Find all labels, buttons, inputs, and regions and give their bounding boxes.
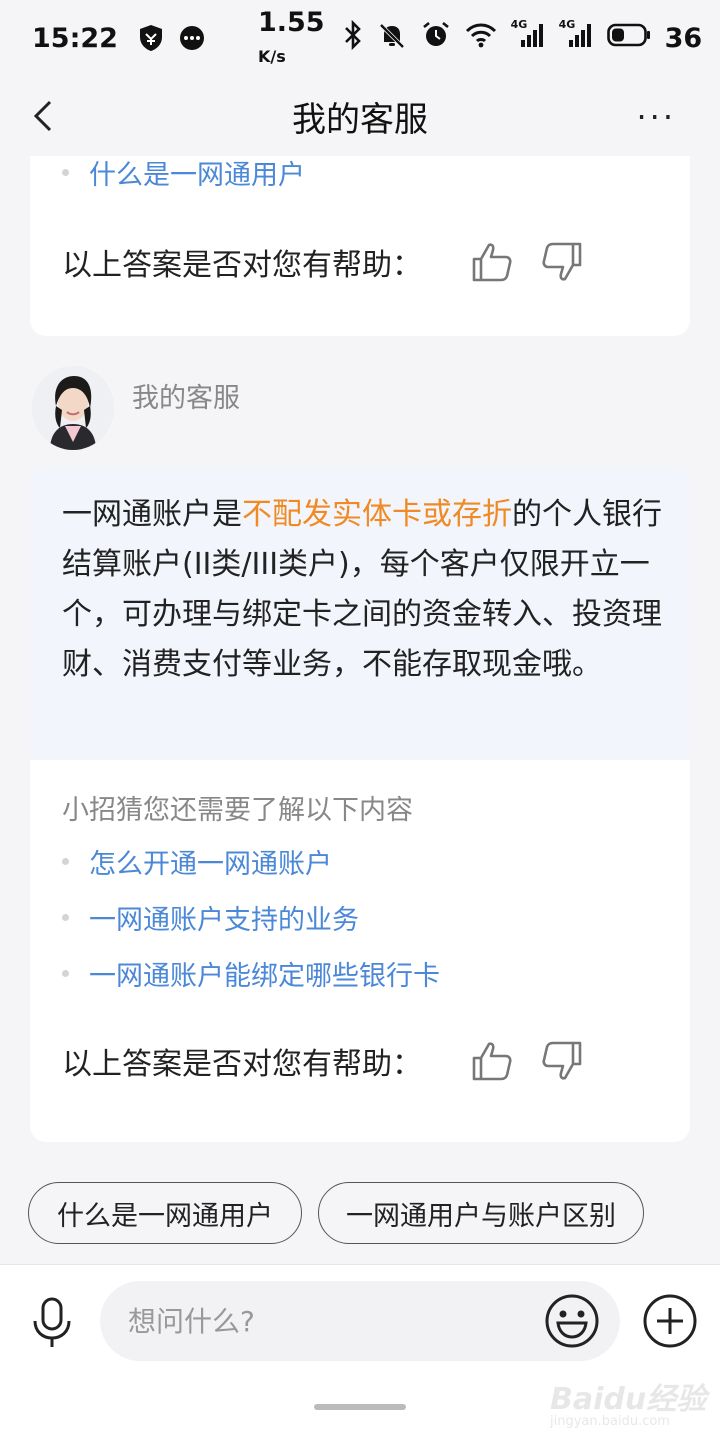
helpful-question: 以上答案是否对您有帮助： (62, 248, 422, 283)
signal-icon-2: 4G (559, 18, 593, 55)
agent-avatar[interactable] (32, 366, 114, 450)
thumbs-up-icon[interactable] (470, 240, 514, 284)
wifi-icon (465, 22, 497, 55)
bullet-dot (62, 168, 69, 176)
thumbs-down-icon[interactable] (540, 240, 584, 284)
suggest-link-label: 什么是一网通用户 (89, 159, 305, 191)
suggest-link-label: 怎么开通一网通账户 (89, 848, 332, 880)
thumbs-down-icon[interactable] (540, 1039, 584, 1083)
question-input[interactable] (128, 1281, 528, 1361)
status-bar: 15:22 1.55 K/s 4G 4G 36 (0, 0, 720, 76)
bluetooth-icon (343, 19, 363, 57)
suggest-link-label: 一网通账户能绑定哪些银行卡 (89, 960, 440, 992)
suggest-link[interactable]: 一网通账户能绑定哪些银行卡 (30, 945, 690, 1001)
suggest-title: 小招猜您还需要了解以下内容 (62, 795, 413, 826)
quick-chip[interactable]: 什么是一网通用户 (28, 1182, 302, 1244)
answer-highlight[interactable]: 不配发实体卡或存折 (242, 497, 512, 532)
more-menu-icon[interactable]: ··· (636, 98, 676, 136)
home-indicator[interactable] (314, 1404, 406, 1410)
battery-level: 36 (664, 22, 703, 54)
nav-bar: 我的客服 ··· (0, 76, 720, 156)
bullet-dot (62, 913, 69, 921)
quick-question-chips: 什么是一网通用户 一网通用户与账户区别 (28, 1182, 644, 1244)
answer-text: 一网通账户是不配发实体卡或存折的个人银行结算账户(II类/III类户)，每个客户… (30, 466, 690, 760)
question-input-wrap (100, 1281, 620, 1361)
shield-icon (138, 24, 164, 52)
suggest-link[interactable]: 怎么开通一网通账户 (30, 833, 690, 889)
signal-icon-1: 4G (511, 18, 545, 55)
suggest-link[interactable]: 一网通账户支持的业务 (30, 889, 690, 945)
network-speed: 1.55 K/s (257, 7, 325, 66)
mute-bell-icon (377, 20, 407, 57)
status-time: 15:22 (32, 22, 118, 54)
answer-card: 一网通账户是不配发实体卡或存折的个人银行结算账户(II类/III类户)，每个客户… (30, 466, 690, 1142)
helpful-row: 以上答案是否对您有帮助： (30, 1039, 690, 1083)
emoji-icon[interactable] (544, 1293, 600, 1349)
battery-icon (606, 23, 651, 54)
quick-chip[interactable]: 一网通用户与账户区别 (318, 1182, 644, 1244)
helpful-row: 以上答案是否对您有帮助： (30, 240, 690, 284)
bullet-dot (62, 969, 69, 977)
suggest-link[interactable]: 什么是一网通用户 (30, 156, 690, 200)
back-icon[interactable] (30, 90, 70, 142)
message-icon (178, 24, 206, 52)
baidu-watermark: Baidu经验 jingyan.baidu.com (550, 1382, 707, 1429)
answer-card-previous: 什么是一网通用户 以上答案是否对您有帮助： (30, 156, 690, 336)
chat-area[interactable]: 什么是一网通用户 以上答案是否对您有帮助： 我的客服 一网通账户是不配发实体卡或… (0, 156, 720, 1264)
plus-icon[interactable] (642, 1293, 698, 1349)
page-title: 我的客服 (292, 99, 428, 140)
suggest-link-label: 一网通账户支持的业务 (89, 904, 359, 936)
helpful-question: 以上答案是否对您有帮助： (62, 1047, 422, 1082)
agent-name: 我的客服 (132, 383, 240, 414)
microphone-icon[interactable] (30, 1295, 74, 1351)
bullet-dot (62, 857, 69, 865)
thumbs-up-icon[interactable] (470, 1039, 514, 1083)
alarm-icon (421, 20, 451, 57)
